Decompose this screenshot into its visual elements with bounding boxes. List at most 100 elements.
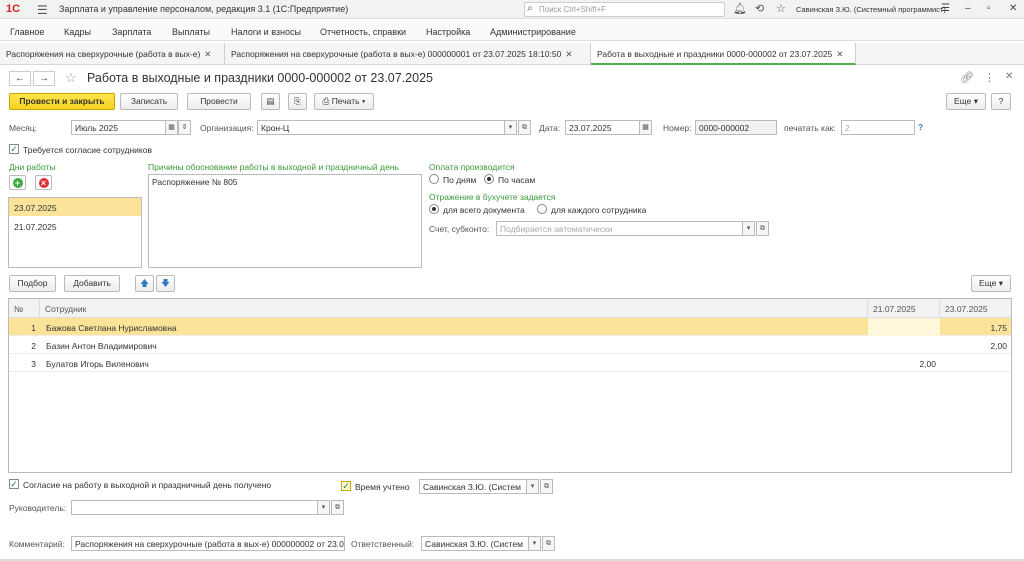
employees-table[interactable]: № Сотрудник 21.07.2025 23.07.2025 1 Бажо… [8,298,1012,473]
month-field[interactable]: Июль 2025 [71,120,166,135]
table-more-button[interactable]: Еще ▾ [971,275,1011,292]
account-field[interactable]: Подбирается автоматически [496,221,743,236]
org-dropdown-icon[interactable]: ▾ [504,120,517,135]
cell-date-1[interactable] [868,318,940,336]
tab-orders-list[interactable]: Распоряжения на сверхурочные (работа в в… [0,43,225,65]
close-tab-icon[interactable]: ✕ [204,49,211,59]
workdays-list[interactable]: 23.07.2025 21.07.2025 [8,197,142,268]
post-and-close-button[interactable]: Провести и закрыть [9,93,115,110]
history-icon[interactable]: ⟲ [755,2,764,15]
time-counted-open-icon[interactable]: ⧉ [540,479,553,494]
tab-label: Распоряжения на сверхурочные (работа в в… [6,49,201,59]
pay-by-days-radio[interactable] [429,174,439,184]
menu-main[interactable]: Главное [10,27,44,37]
favorites-icon[interactable]: ☆ [776,2,786,15]
cell-date-1[interactable] [868,336,940,354]
print-as-field[interactable]: 2 [841,120,915,135]
bell-icon[interactable]: 🔔︎ [733,2,747,15]
time-counted-dropdown-icon[interactable]: ▾ [526,479,539,494]
manager-dropdown-icon[interactable]: ▾ [317,500,330,515]
list-item[interactable]: 21.07.2025 [9,217,141,235]
link-icon[interactable]: 🔗︎ [960,71,974,84]
menu-reports[interactable]: Отчетность, справки [320,27,406,37]
page-title: Работа в выходные и праздники 0000-00000… [87,71,433,85]
close-doc-icon[interactable]: ✕ [1005,71,1013,82]
col-number[interactable]: № [9,299,40,318]
attachment-icon[interactable]: ⎘ [288,93,307,110]
org-field[interactable]: Крон-Ц [257,120,505,135]
print-button[interactable]: ⎙ Печать ▾ [314,93,374,110]
tab-order-doc[interactable]: Распоряжения на сверхурочные (работа в в… [225,43,591,65]
time-counted-by-field[interactable]: Савинская З.Ю. (Систем [419,479,527,494]
menu-hr[interactable]: Кадры [64,27,91,37]
list-item[interactable]: 23.07.2025 [9,198,141,216]
post-button[interactable]: Провести [187,93,251,110]
more-vert-icon[interactable]: ⋮ [984,71,995,84]
manager-field[interactable] [71,500,318,515]
table-row[interactable]: 1 Бажова Светлана Нурисламовна 1,75 [9,318,1011,336]
close-tab-icon[interactable]: ✕ [836,49,843,59]
date-calendar-icon[interactable]: ▦ [639,120,652,135]
help-icon[interactable]: ? [918,122,923,132]
time-counted-label: Время учтено [355,482,410,492]
settings-icon[interactable]: ☰ [941,3,950,14]
menu-salary[interactable]: Зарплата [112,27,151,37]
move-down-icon[interactable]: 🡇 [156,275,175,292]
delete-icon: × [38,178,49,188]
pick-button[interactable]: Подбор [9,275,56,292]
menu-icon[interactable]: ☰ [37,3,48,17]
reasons-textarea[interactable]: Распоряжение № 805 [148,174,422,268]
maximize-icon[interactable]: ▫ [987,3,991,14]
menu-admin[interactable]: Администрирование [490,27,576,37]
date-field[interactable]: 23.07.2025 [565,120,640,135]
document-icon[interactable]: ▤ [261,93,280,110]
pay-by-hours-radio[interactable] [484,174,494,184]
minimize-icon[interactable]: – [965,3,971,14]
save-button[interactable]: Записать [120,93,178,110]
cell-date-1[interactable]: 2,00 [868,354,940,372]
menu-payments[interactable]: Выплаты [172,27,210,37]
table-header: № Сотрудник 21.07.2025 23.07.2025 [9,299,1011,318]
col-employee[interactable]: Сотрудник [40,299,868,318]
number-field[interactable]: 0000-000002 [695,120,777,135]
delete-day-button[interactable]: × [35,175,52,190]
calendar-icon[interactable]: ▦ [165,120,178,135]
cell-date-2[interactable] [940,354,1011,372]
responsible-dropdown-icon[interactable]: ▾ [528,536,541,551]
more-button[interactable]: Еще ▾ [946,93,986,110]
table-row[interactable]: 3 Булатов Игорь Виленович 2,00 [9,354,1011,372]
col-date-2[interactable]: 23.07.2025 [940,299,1011,318]
responsible-open-icon[interactable]: ⧉ [542,536,555,551]
help-button[interactable]: ? [991,93,1011,110]
cell-date-2[interactable]: 1,75 [940,318,1011,336]
account-open-icon[interactable]: ⧉ [756,221,769,236]
cell-employee: Базин Антон Владимирович [46,341,157,351]
tab-weekend-work[interactable]: Работа в выходные и праздники 0000-00000… [591,43,856,65]
add-day-button[interactable]: + [9,175,26,190]
menu-taxes[interactable]: Налоги и взносы [231,27,301,37]
forward-button[interactable]: → [33,71,55,86]
table-row[interactable]: 2 Базин Антон Владимирович 2,00 [9,336,1011,354]
back-button[interactable]: ← [9,71,31,86]
comment-field[interactable]: Распоряжения на сверхурочные (работа в в… [71,536,345,551]
close-tab-icon[interactable]: ✕ [565,49,572,59]
month-stepper[interactable]: ⇕ [178,120,191,135]
acc-each-emp-radio[interactable] [537,204,547,214]
user-name[interactable]: Савинская З.Ю. (Системный программист) [796,5,946,14]
acc-whole-doc-radio[interactable] [429,204,439,214]
add-button[interactable]: Добавить [64,275,120,292]
cell-date-2[interactable]: 2,00 [940,336,1011,354]
col-date-1[interactable]: 21.07.2025 [868,299,940,318]
move-up-icon[interactable]: 🡅 [135,275,154,292]
close-icon[interactable]: ✕ [1009,3,1017,14]
search-input[interactable]: ⌕ Поиск Ctrl+Shift+F [524,2,725,17]
star-icon[interactable]: ☆ [65,70,77,86]
time-counted-checkbox[interactable]: ✓ [341,481,351,491]
account-dropdown-icon[interactable]: ▾ [742,221,755,236]
consent-required-checkbox[interactable]: ✓ [9,144,19,154]
menu-settings[interactable]: Настройка [426,27,470,37]
manager-open-icon[interactable]: ⧉ [331,500,344,515]
responsible-field[interactable]: Савинская З.Ю. (Систем [421,536,529,551]
org-open-icon[interactable]: ⧉ [518,120,531,135]
consent-received-checkbox[interactable]: ✓ [9,479,19,489]
